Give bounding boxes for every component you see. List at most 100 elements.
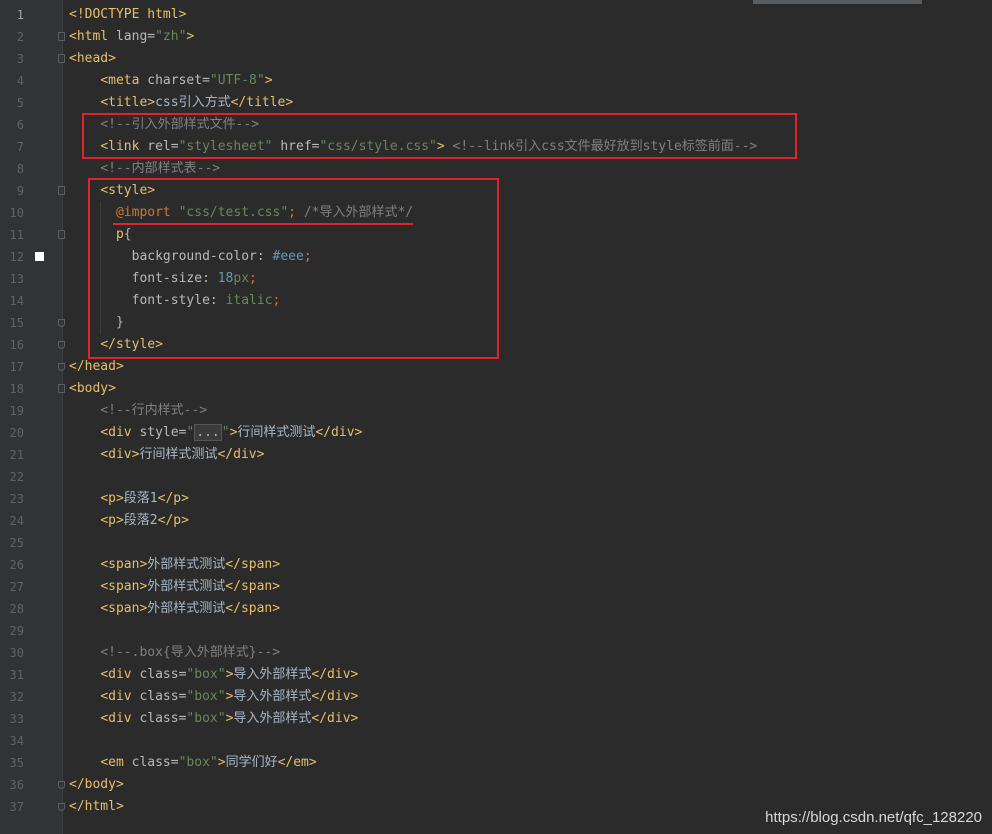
fold-end-icon[interactable] bbox=[58, 781, 65, 789]
line-number: 20 bbox=[9, 426, 24, 440]
line-number: 33 bbox=[9, 712, 24, 726]
code-line[interactable]: 3 <head> bbox=[0, 48, 992, 70]
line-number: 26 bbox=[9, 558, 24, 572]
code-line[interactable]: 33 <div class="box">导入外部样式</div> bbox=[0, 708, 992, 730]
code-token: 段落2 bbox=[123, 513, 158, 528]
code-text: <head> bbox=[69, 48, 116, 70]
fold-toggle-icon[interactable] bbox=[58, 186, 65, 195]
code-token: > bbox=[264, 73, 273, 88]
fold-end-icon[interactable] bbox=[58, 363, 65, 371]
code-line[interactable]: 2 <html lang="zh"> bbox=[0, 26, 992, 48]
code-token: "UTF-8" bbox=[209, 73, 265, 88]
code-token: "box" bbox=[178, 755, 218, 770]
code-token: 同学们好 bbox=[225, 755, 278, 770]
code-line[interactable]: 28 <span>外部样式测试</span> bbox=[0, 598, 992, 620]
code-token: <p> bbox=[100, 513, 124, 528]
code-line[interactable]: 17 </head> bbox=[0, 356, 992, 378]
code-token: <p> bbox=[100, 491, 124, 506]
fold-end-icon[interactable] bbox=[58, 319, 65, 327]
line-number: 14 bbox=[9, 294, 24, 308]
code-text: <div class="box">导入外部样式</div> bbox=[69, 664, 358, 686]
code-token: <div> bbox=[100, 447, 140, 462]
code-line[interactable]: 35 <em class="box">同学们好</em> bbox=[0, 752, 992, 774]
annotation-box-link bbox=[82, 113, 797, 159]
code-text: <title>css引入方式</title> bbox=[69, 92, 293, 114]
code-line[interactable]: 8 <!--内部样式表--> bbox=[0, 158, 992, 180]
code-token: 导入外部样式 bbox=[233, 689, 312, 704]
code-token: "box" bbox=[186, 689, 226, 704]
line-number: 1 bbox=[16, 8, 24, 22]
code-token: </span> bbox=[225, 557, 281, 572]
fold-toggle-icon[interactable] bbox=[58, 384, 65, 393]
code-line[interactable]: 1 <!DOCTYPE html> bbox=[0, 4, 992, 26]
code-line[interactable]: 18 <body> bbox=[0, 378, 992, 400]
fold-toggle-icon[interactable] bbox=[58, 230, 65, 239]
code-line[interactable]: 21 <div>行间样式测试</div> bbox=[0, 444, 992, 466]
code-token: ... bbox=[194, 424, 222, 441]
code-line[interactable]: 4 <meta charset="UTF-8"> bbox=[0, 70, 992, 92]
code-text: <div>行间样式测试</div> bbox=[69, 444, 264, 466]
line-number: 17 bbox=[9, 360, 24, 374]
code-line[interactable]: 19 <!--行内样式--> bbox=[0, 400, 992, 422]
code-line[interactable]: 5 <title>css引入方式</title> bbox=[0, 92, 992, 114]
code-text: <span>外部样式测试</span> bbox=[69, 576, 280, 598]
code-text: <div class="box">导入外部样式</div> bbox=[69, 686, 358, 708]
line-number: 3 bbox=[16, 52, 24, 66]
line-number: 36 bbox=[9, 778, 24, 792]
code-token: class= bbox=[131, 755, 179, 770]
code-line[interactable]: 26 <span>外部样式测试</span> bbox=[0, 554, 992, 576]
fold-end-icon[interactable] bbox=[58, 803, 65, 811]
code-token: 行间样式测试 bbox=[139, 447, 218, 462]
code-line[interactable]: 36 </body> bbox=[0, 774, 992, 796]
code-line[interactable]: 32 <div class="box">导入外部样式</div> bbox=[0, 686, 992, 708]
code-line[interactable]: 30 <!--.box{导入外部样式}--> bbox=[0, 642, 992, 664]
line-number: 24 bbox=[9, 514, 24, 528]
code-line[interactable]: 31 <div class="box">导入外部样式</div> bbox=[0, 664, 992, 686]
code-text: <p>段落1</p> bbox=[69, 488, 189, 510]
code-token: </head> bbox=[69, 359, 124, 374]
code-token: <span> bbox=[100, 601, 148, 616]
code-line[interactable]: 22 bbox=[0, 466, 992, 488]
code-token: <div bbox=[100, 711, 140, 726]
line-number: 6 bbox=[16, 118, 24, 132]
line-number: 31 bbox=[9, 668, 24, 682]
code-line[interactable]: 34 bbox=[0, 730, 992, 752]
line-number: 22 bbox=[9, 470, 24, 484]
code-text: <div class="box">导入外部样式</div> bbox=[69, 708, 358, 730]
line-number: 9 bbox=[16, 184, 24, 198]
code-token: 段落1 bbox=[123, 491, 158, 506]
code-line[interactable]: 29 bbox=[0, 620, 992, 642]
code-token: <html bbox=[69, 29, 116, 44]
code-line[interactable]: 24 <p>段落2</p> bbox=[0, 510, 992, 532]
code-token: css引入方式 bbox=[155, 95, 231, 110]
code-text: <span>外部样式测试</span> bbox=[69, 598, 280, 620]
line-number: 29 bbox=[9, 624, 24, 638]
code-text: <!DOCTYPE html> bbox=[69, 4, 186, 26]
code-token: <meta bbox=[100, 73, 148, 88]
code-line[interactable]: 25 bbox=[0, 532, 992, 554]
fold-toggle-icon[interactable] bbox=[58, 32, 65, 41]
code-line[interactable]: 20 <div style="... ">行间样式测试</div> bbox=[0, 422, 992, 444]
bookmark-icon[interactable] bbox=[35, 252, 44, 261]
code-token: </span> bbox=[225, 601, 281, 616]
code-token: class= bbox=[139, 689, 187, 704]
code-token: <span> bbox=[100, 557, 148, 572]
fold-end-icon[interactable] bbox=[58, 341, 65, 349]
line-number: 28 bbox=[9, 602, 24, 616]
code-editor[interactable]: 1 <!DOCTYPE html> 2 <html lang="zh"> 3 <head>… bbox=[0, 0, 992, 834]
code-line[interactable]: 27 <span>外部样式测试</span> bbox=[0, 576, 992, 598]
code-token: charset= bbox=[147, 73, 210, 88]
line-number: 4 bbox=[16, 74, 24, 88]
fold-toggle-icon[interactable] bbox=[58, 54, 65, 63]
code-line[interactable]: 23 <p>段落1</p> bbox=[0, 488, 992, 510]
code-token: </div> bbox=[311, 711, 359, 726]
code-text: <p>段落2</p> bbox=[69, 510, 189, 532]
watermark: https://blog.csdn.net/qfc_128220 bbox=[765, 809, 982, 826]
code-token: <body> bbox=[69, 381, 116, 396]
code-token: 外部样式测试 bbox=[147, 557, 226, 572]
